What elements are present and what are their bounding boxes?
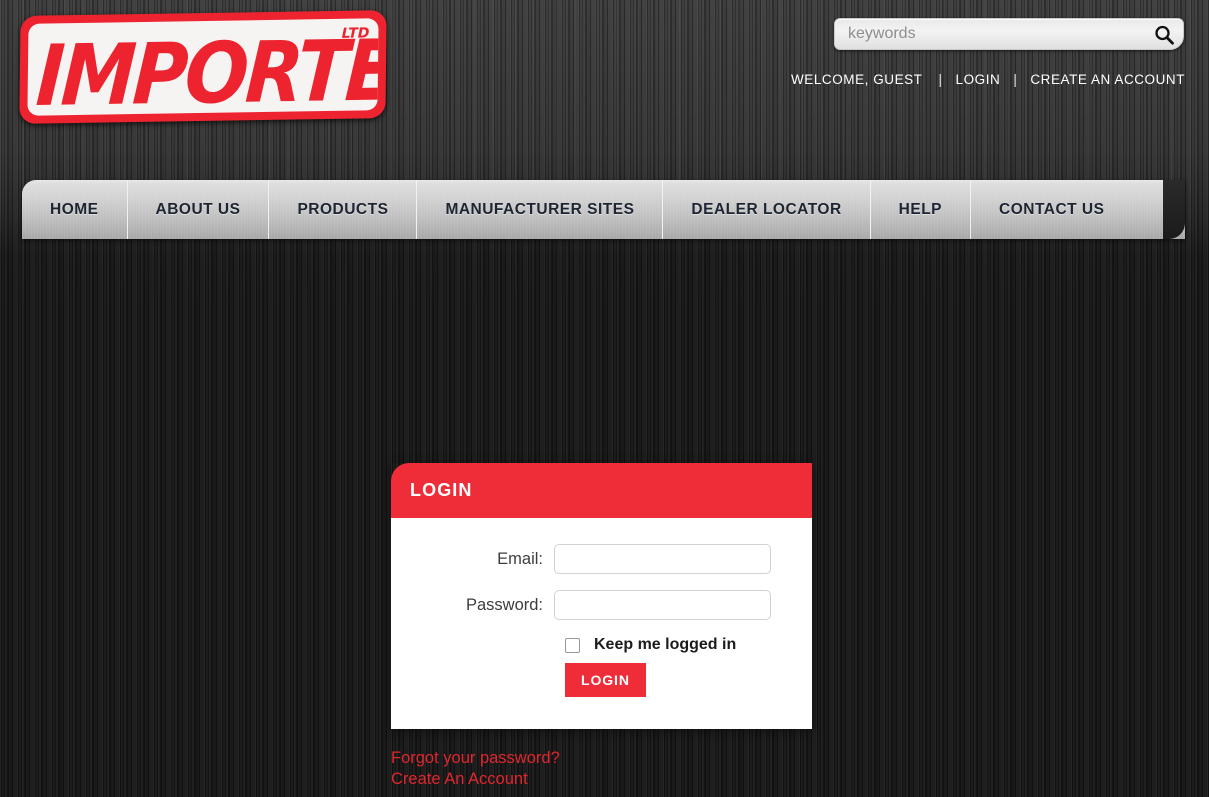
email-label: Email: — [497, 549, 543, 568]
login-panel-header: LOGIN — [391, 463, 812, 518]
account-bar: WELCOME, GUEST | LOGIN | CREATE AN ACCOU… — [791, 72, 1185, 87]
login-link[interactable]: LOGIN — [956, 72, 1001, 87]
nav-item-dealer-locator[interactable]: DEALER LOCATOR — [663, 180, 871, 239]
email-input[interactable] — [554, 544, 771, 574]
login-form: Email: Password: Keep me logged in LOGIN — [391, 518, 812, 729]
forgot-password-link[interactable]: Forgot your password? — [391, 748, 560, 769]
password-input[interactable] — [554, 590, 771, 620]
login-submit-row: LOGIN — [391, 663, 812, 697]
logo-ltd-suffix: LTD — [341, 25, 370, 42]
nav-item-home[interactable]: HOME — [22, 180, 128, 239]
login-submit-button[interactable]: LOGIN — [565, 663, 646, 697]
account-separator-2: | — [1013, 72, 1018, 87]
create-account-link[interactable]: CREATE AN ACCOUNT — [1030, 72, 1185, 87]
keep-logged-in-label: Keep me logged in — [594, 636, 737, 653]
logo-plate: IMPORTEL LTD — [27, 18, 379, 116]
email-row: Email: — [391, 544, 812, 574]
site-logo[interactable]: IMPORTEL LTD — [19, 10, 387, 124]
search-box[interactable] — [834, 18, 1184, 50]
logo-wordmark: IMPORTEL — [33, 20, 379, 116]
password-row: Password: — [391, 590, 812, 620]
nav-item-manufacturer-sites[interactable]: MANUFACTURER SITES — [417, 180, 664, 239]
nav-item-products[interactable]: PRODUCTS — [269, 180, 418, 239]
nav-item-about-us[interactable]: ABOUT US — [128, 180, 270, 239]
keep-logged-in-row: Keep me logged in — [391, 636, 812, 654]
search-button[interactable] — [1151, 22, 1177, 48]
search-input[interactable] — [835, 19, 1145, 49]
welcome-text: WELCOME, GUEST — [791, 72, 923, 87]
login-helper-links: Forgot your password? Create An Account — [391, 748, 560, 790]
nav-item-help[interactable]: HELP — [871, 180, 971, 239]
search-icon — [1155, 25, 1174, 45]
password-label: Password: — [465, 595, 543, 614]
keep-logged-in-checkbox[interactable] — [565, 637, 580, 653]
main-navigation: HOME ABOUT US PRODUCTS MANUFACTURER SITE… — [22, 180, 1185, 239]
create-account-text-link[interactable]: Create An Account — [391, 769, 560, 790]
nav-bar-tail — [1163, 180, 1185, 239]
login-panel: LOGIN Email: Password: Keep me logged in… — [391, 463, 812, 729]
panel-title: LOGIN — [410, 480, 473, 500]
nav-item-contact-us[interactable]: CONTACT US — [971, 180, 1132, 239]
account-separator-1: | — [938, 72, 943, 87]
